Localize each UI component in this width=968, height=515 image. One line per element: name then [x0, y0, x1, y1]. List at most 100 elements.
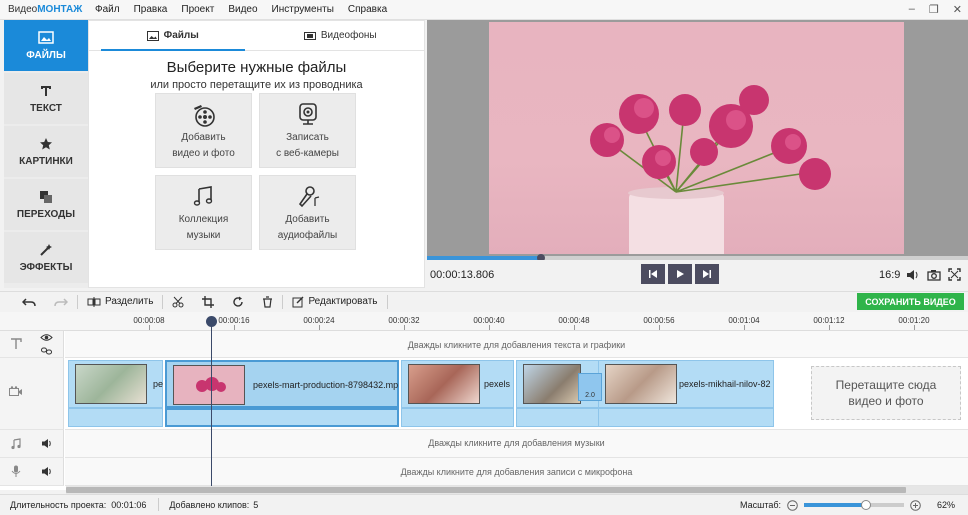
delete-button[interactable]: [253, 292, 282, 312]
fullscreen-icon[interactable]: [948, 268, 961, 281]
transition-marker[interactable]: 2.0: [578, 373, 602, 401]
video-clip[interactable]: pexels-mikhail-nilov-82: [598, 360, 774, 408]
clip-effect-strip[interactable]: [68, 408, 163, 427]
add-video-photo-button[interactable]: Добавить видео и фото: [155, 93, 252, 168]
ruler-tick: 00:00:32: [388, 316, 420, 325]
sidebar-item-label: ПЕРЕХОДЫ: [16, 208, 76, 220]
zoom-slider-fill: [804, 503, 867, 507]
crop-button[interactable]: [193, 292, 223, 312]
camera-snapshot-icon[interactable]: [927, 269, 941, 281]
crop-icon: [202, 295, 215, 308]
menu-tools[interactable]: Инструменты: [265, 4, 341, 15]
video-preview[interactable]: [427, 20, 968, 256]
scrollbar-thumb[interactable]: [66, 487, 906, 493]
menu-video[interactable]: Видео: [221, 4, 264, 15]
app-title-brand: МОНТАЖ: [37, 4, 83, 15]
menu-file[interactable]: Файл: [88, 4, 127, 15]
speaker-icon[interactable]: [41, 438, 53, 449]
music-track[interactable]: Дважды кликните для добавления музыки: [65, 430, 968, 458]
clip-thumbnail: [523, 364, 581, 404]
redo-icon: [54, 297, 68, 306]
skip-forward-icon: [703, 270, 711, 278]
playhead-handle[interactable]: [206, 316, 217, 327]
scissors-icon: [172, 296, 184, 307]
record-webcam-button[interactable]: Записать с веб-камеры: [259, 93, 356, 168]
menu-help[interactable]: Справка: [341, 4, 394, 15]
clip-label: pexels: [484, 379, 511, 389]
image-icon: [146, 30, 159, 41]
scale-label: Масштаб:: [740, 500, 782, 510]
minimize-icon[interactable]: –: [909, 3, 915, 16]
menu-project[interactable]: Проект: [174, 4, 221, 15]
sidebar-item-text[interactable]: ТЕКСТ: [4, 73, 88, 124]
rotate-button[interactable]: [223, 292, 253, 312]
clip-thumbnail: [173, 365, 245, 405]
zoom-in-icon[interactable]: [910, 499, 921, 511]
tab-files[interactable]: Файлы: [89, 21, 257, 51]
ruler-tick-mark: [914, 325, 915, 330]
clip-effect-strip-selected[interactable]: [165, 408, 399, 427]
drop-zone[interactable]: Перетащите сюда видео и фото: [811, 366, 961, 420]
music-collection-button[interactable]: Коллекция музыки: [155, 175, 252, 250]
next-frame-button[interactable]: [695, 264, 719, 284]
tab-label: Видеофоны: [320, 30, 377, 41]
text-track[interactable]: Дважды кликните для добавления текста и …: [65, 331, 968, 358]
eye-icon[interactable]: [40, 333, 53, 342]
app-title: ВидеоМОНТАЖ: [0, 4, 88, 15]
play-button[interactable]: [668, 264, 692, 284]
aspect-ratio-selector[interactable]: 16:9: [879, 269, 900, 281]
tab-video-backgrounds[interactable]: Видеофоны: [257, 21, 425, 50]
save-video-button[interactable]: СОХРАНИТЬ ВИДЕО: [857, 293, 964, 310]
split-button[interactable]: Разделить: [78, 292, 162, 312]
ruler-tick: 00:00:56: [643, 316, 675, 325]
maximize-icon[interactable]: ❐: [929, 3, 939, 16]
redo-button[interactable]: [45, 292, 77, 312]
sidebar-item-transitions[interactable]: ПЕРЕХОДЫ: [4, 179, 88, 230]
zoom-percent: 62%: [937, 500, 956, 510]
film-reel-icon: [191, 102, 217, 128]
add-audio-files-button[interactable]: Добавить аудиофайлы: [259, 175, 356, 250]
zoom-slider[interactable]: [804, 500, 905, 510]
volume-icon[interactable]: [906, 269, 920, 281]
menu-edit[interactable]: Правка: [127, 4, 175, 15]
clip-effect-strip[interactable]: [401, 408, 514, 427]
timeline-scrollbar[interactable]: [66, 486, 968, 494]
sidebar-item-pictures[interactable]: КАРТИНКИ: [4, 126, 88, 177]
speaker-icon[interactable]: [41, 466, 53, 477]
video-clip[interactable]: pexels: [401, 360, 514, 408]
playhead[interactable]: [206, 316, 217, 490]
close-icon[interactable]: ✕: [953, 3, 962, 16]
previous-frame-button[interactable]: [641, 264, 665, 284]
trash-icon: [263, 295, 273, 308]
edit-icon: [292, 296, 304, 307]
clip-effect-strip[interactable]: [516, 408, 601, 427]
toolbar-divider: [386, 294, 388, 309]
sidebar-item-files[interactable]: ФАЙЛЫ: [4, 20, 88, 71]
ruler-tick-mark: [659, 325, 660, 330]
mic-track[interactable]: Дважды кликните для добавления записи с …: [65, 458, 968, 486]
video-clip-selected[interactable]: pexels-mart-production-8798432.mp: [165, 360, 399, 408]
cut-button[interactable]: [163, 292, 193, 312]
zoom-slider-handle[interactable]: [861, 500, 872, 510]
timeline-ruler[interactable]: 00:00:08 00:00:16 00:00:24 00:00:32 00:0…: [0, 312, 968, 331]
tile-label: Добавить: [181, 131, 226, 143]
film-icon: [303, 31, 316, 41]
edit-button[interactable]: Редактировать: [283, 292, 386, 312]
undo-button[interactable]: [0, 292, 45, 312]
video-clip[interactable]: pe: [68, 360, 163, 408]
text-icon: [37, 84, 55, 98]
tile-label: Записать: [286, 131, 329, 143]
link-icon[interactable]: [41, 346, 52, 356]
player-controls: 00:00:13.806 16:9: [427, 260, 968, 290]
app-title-prefix: Видео: [8, 4, 38, 15]
edit-label: Редактировать: [308, 296, 378, 307]
tab-label: Файлы: [163, 30, 199, 41]
ruler-tick-mark: [234, 325, 235, 330]
clip-thumbnail: [75, 364, 147, 404]
zoom-out-icon[interactable]: [787, 499, 798, 511]
split-label: Разделить: [105, 296, 154, 307]
clip-effect-strip[interactable]: [598, 408, 774, 427]
sidebar-item-effects[interactable]: ЭФФЕКТЫ: [4, 232, 88, 283]
transition-duration: 2.0: [585, 392, 595, 399]
ruler-tick-mark: [489, 325, 490, 330]
